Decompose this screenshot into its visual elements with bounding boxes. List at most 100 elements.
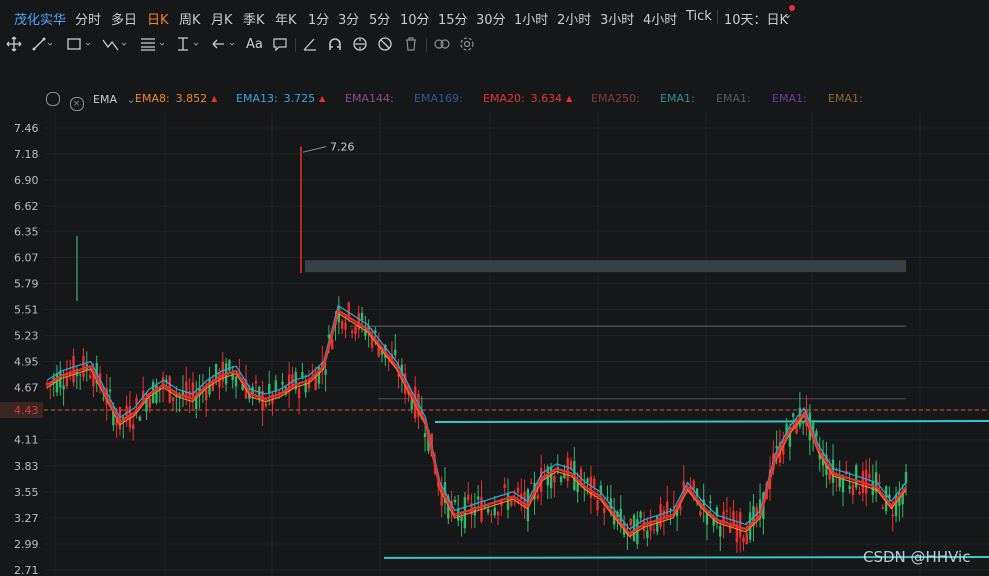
tab-jik[interactable]: 季K — [243, 9, 265, 28]
arrow-icon[interactable] — [210, 35, 240, 53]
candle-body — [264, 403, 268, 406]
indicator-legend: × EMA ⌄ — [46, 92, 146, 111]
period-selector[interactable]: 10天：日K — [724, 9, 788, 28]
tab-1min[interactable]: 1分 — [308, 9, 329, 28]
y-tick-label: 3.27 — [14, 512, 39, 525]
trendline-icon[interactable] — [32, 35, 54, 53]
candle-body — [132, 424, 135, 429]
tab-zhouk[interactable]: 周K — [179, 9, 201, 28]
candle-body — [360, 312, 364, 321]
ema-legend-item: EMA1: — [716, 92, 757, 108]
candle-body — [639, 511, 642, 519]
timeframe-bar: 茂化实华 分时 多日 日K 周K 月K 季K 年K 1分 3分 5分 10分 1… — [0, 0, 989, 34]
candle-body — [596, 499, 599, 511]
tab-1hour[interactable]: 1小时 — [514, 9, 548, 28]
hide-icon[interactable] — [377, 35, 393, 53]
ema-legend-item: EMA250: — [591, 92, 646, 108]
candle-body — [214, 364, 218, 379]
wave-pattern-icon[interactable] — [101, 35, 131, 53]
rectangle-icon[interactable] — [66, 35, 96, 53]
ema-legend-item: EMA8: 3.852 ▲ — [135, 92, 217, 108]
close-icon[interactable]: × — [69, 97, 84, 111]
text-icon[interactable]: Aa — [246, 35, 263, 53]
tab-5min[interactable]: 5分 — [369, 9, 390, 28]
ema-label: EMA169: — [414, 92, 463, 105]
tab-niank[interactable]: 年K — [275, 9, 297, 28]
ema-label: EMA1: — [716, 92, 751, 105]
candle-body — [699, 511, 702, 516]
gear-icon[interactable] — [46, 92, 60, 106]
candle-body — [171, 397, 175, 402]
candle-body — [297, 388, 301, 398]
ema-legend-item: EMA13: 3.725 ▲ — [236, 92, 325, 108]
candle-body — [118, 407, 122, 430]
candle-body — [553, 476, 556, 483]
candle-body — [878, 481, 881, 484]
candle-body — [848, 485, 851, 489]
candle-body — [566, 457, 569, 482]
crosshair-move-icon[interactable] — [6, 35, 22, 53]
divider — [717, 10, 718, 24]
ema-label: EMA20: — [483, 92, 525, 105]
y-tick-label: 7.18 — [14, 148, 39, 161]
ema-legend-item: EMA1: — [660, 92, 701, 108]
y-tick-label: 5.51 — [14, 303, 39, 316]
candle-body — [742, 537, 745, 543]
tab-15min[interactable]: 15分 — [438, 9, 468, 28]
candle-body — [62, 385, 65, 390]
tab-10min[interactable]: 10分 — [400, 9, 430, 28]
ema-legend-item: EMA20: 3.634 ▲ — [483, 92, 572, 108]
angle-icon[interactable] — [302, 35, 318, 53]
candle-body — [606, 496, 609, 499]
stock-name[interactable]: 茂化实华 — [14, 9, 66, 28]
magnet-icon[interactable] — [327, 35, 343, 53]
y-tick-label: 2.71 — [14, 564, 39, 576]
resistance-line-cyan — [434, 420, 989, 424]
candle-body — [453, 499, 457, 503]
candle-body — [340, 321, 344, 329]
tab-3hour[interactable]: 3小时 — [600, 9, 634, 28]
candlestick-chart[interactable]: 7.46 7.18 6.90 6.62 6.35 6.07 5.79 5.51 5.23 4.95… — [0, 112, 989, 576]
tab-tick[interactable]: Tick — [686, 9, 712, 24]
sync-icon[interactable] — [352, 35, 368, 53]
trash-icon[interactable] — [403, 35, 419, 53]
notification-dot-icon — [789, 5, 795, 11]
y-tick-label: 3.55 — [14, 486, 39, 499]
candle-body — [510, 497, 513, 506]
candle-body — [55, 373, 59, 393]
candle-body — [719, 525, 722, 537]
measure-icon[interactable] — [175, 35, 205, 53]
candle-body — [496, 512, 500, 516]
tab-2hour[interactable]: 2小时 — [557, 9, 591, 28]
candle-body — [344, 322, 347, 330]
tab-duori[interactable]: 多日 — [111, 9, 137, 28]
y-tick-label: 4.95 — [14, 356, 39, 369]
candle-body — [347, 302, 351, 317]
comment-icon[interactable] — [272, 35, 288, 53]
tab-rik[interactable]: 日K — [147, 9, 169, 28]
candle-body — [350, 330, 354, 333]
ema-legend-item: EMA1: — [828, 92, 869, 108]
y-tick-label: 5.23 — [14, 330, 39, 343]
y-tick-label: 7.46 — [14, 122, 39, 135]
tab-30min[interactable]: 30分 — [476, 9, 506, 28]
candle-body — [281, 381, 284, 385]
tab-fenshi[interactable]: 分时 — [75, 9, 101, 28]
candle-body — [738, 512, 742, 538]
candle-body — [669, 509, 672, 511]
tab-yuek[interactable]: 月K — [211, 9, 233, 28]
ema-legend-item: EMA144: — [345, 92, 400, 108]
candle-body — [891, 514, 894, 517]
settings-icon[interactable] — [459, 35, 475, 53]
divider — [295, 38, 296, 52]
candle-body — [138, 416, 142, 421]
fibonacci-icon[interactable] — [139, 35, 169, 53]
ema-value: 3.725 — [283, 92, 316, 105]
high-marker-label: 7.26 — [330, 141, 355, 154]
ema13-line — [46, 304, 907, 530]
tab-4hour[interactable]: 4小时 — [643, 9, 677, 28]
ema-label: EMA1: — [828, 92, 863, 105]
tab-3min[interactable]: 3分 — [338, 9, 359, 28]
indicator-name[interactable]: EMA — [93, 93, 117, 106]
link-icon[interactable] — [433, 35, 451, 53]
